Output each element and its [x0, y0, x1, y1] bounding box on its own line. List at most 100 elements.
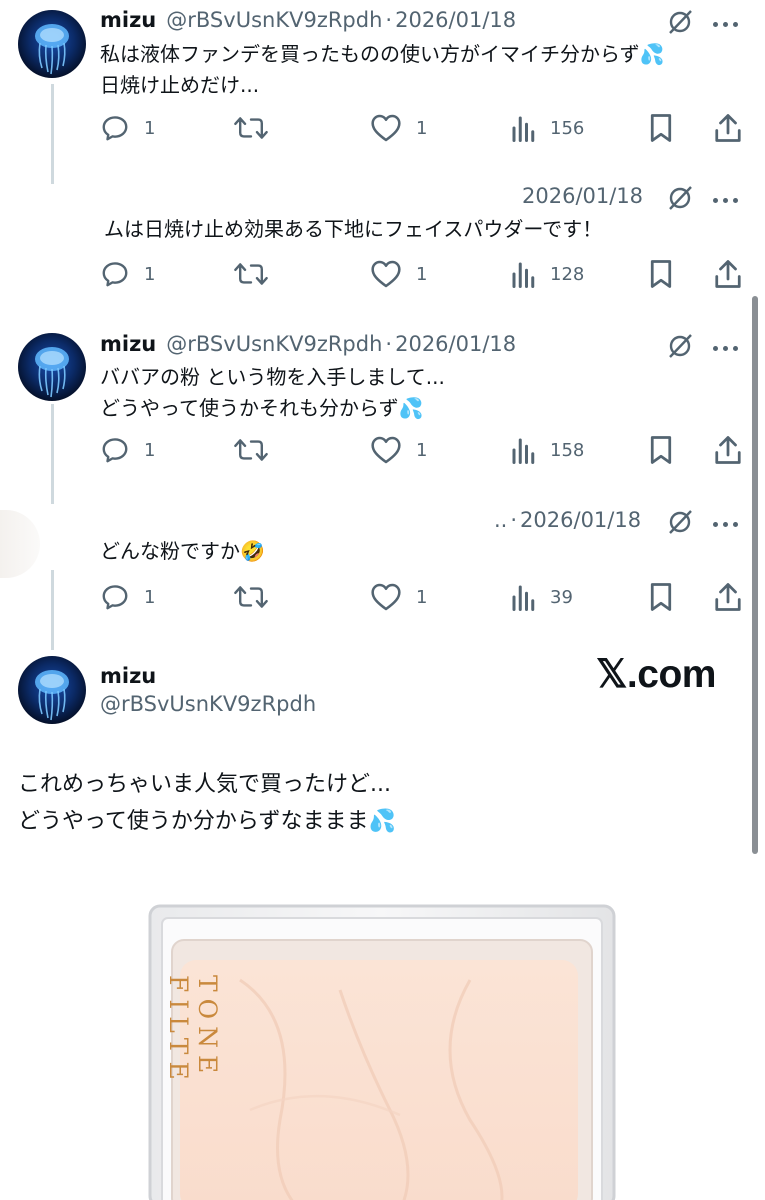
more-icon[interactable] — [713, 12, 738, 36]
author-handle-row: @rBSvUsnKV9zRpdh — [100, 692, 316, 716]
thread-line — [51, 570, 54, 650]
user-handle[interactable]: @rBSvUsnKV9zRpdh — [166, 332, 382, 356]
display-name[interactable]: mizu — [100, 332, 156, 356]
views-icon — [512, 262, 535, 288]
reply-count: 1 — [144, 263, 156, 285]
reply-icon — [102, 262, 128, 287]
product-photo[interactable] — [0, 880, 765, 1200]
tweet-header: 2026/01/18 — [522, 184, 643, 208]
reply-count: 1 — [144, 586, 156, 608]
reply-icon — [102, 116, 128, 141]
grok-icon[interactable] — [666, 332, 694, 364]
scrollbar[interactable] — [752, 296, 758, 854]
retweet-icon — [234, 263, 268, 285]
avatar[interactable] — [18, 656, 86, 724]
like-button[interactable]: 1 — [370, 432, 427, 468]
reply-button[interactable]: 1 — [100, 432, 155, 468]
separator-dot: · — [385, 8, 393, 32]
views-icon — [512, 116, 535, 142]
thread-line — [51, 404, 54, 504]
avatar[interactable] — [0, 510, 40, 578]
reply-icon — [102, 585, 128, 610]
user-handle[interactable]: .. — [494, 508, 507, 532]
share-button[interactable] — [714, 432, 742, 468]
action-bar: 1 1 128 — [100, 256, 745, 292]
post-date[interactable]: 2026/01/18 — [395, 332, 516, 356]
bookmark-icon — [650, 114, 672, 142]
more-icon[interactable] — [713, 188, 738, 212]
views-icon — [512, 585, 535, 611]
views-button[interactable]: 156 — [510, 110, 584, 146]
bookmark-icon — [650, 436, 672, 464]
post-date[interactable]: 2026/01/18 — [520, 508, 641, 532]
like-icon — [371, 583, 401, 611]
more-icon[interactable] — [713, 336, 738, 360]
views-button[interactable]: 158 — [510, 432, 584, 468]
grok-icon[interactable] — [666, 184, 694, 216]
retweet-button[interactable] — [233, 579, 269, 615]
action-bar: 1 1 39 — [100, 579, 745, 615]
post-date[interactable]: 2026/01/18 — [522, 184, 643, 208]
share-icon — [715, 436, 741, 464]
display-name[interactable]: mizu — [100, 8, 156, 32]
like-icon — [371, 436, 401, 464]
share-icon — [715, 583, 741, 611]
retweet-icon — [234, 586, 268, 608]
like-icon — [371, 114, 401, 142]
avatar[interactable] — [18, 10, 86, 78]
user-handle[interactable]: @rBSvUsnKV9zRpdh — [100, 692, 316, 716]
bookmark-icon — [650, 583, 672, 611]
share-button[interactable] — [714, 579, 742, 615]
more-icon[interactable] — [713, 512, 738, 536]
separator-dot: · — [510, 508, 518, 532]
share-button[interactable] — [714, 256, 742, 292]
like-icon — [371, 260, 401, 288]
retweet-button[interactable] — [233, 256, 269, 292]
like-count: 1 — [416, 117, 428, 139]
product-lettering: TONE FILTE — [164, 975, 222, 1087]
grok-icon[interactable] — [666, 8, 694, 40]
view-count: 39 — [550, 586, 573, 608]
views-button[interactable]: 39 — [510, 579, 573, 615]
reply-button[interactable]: 1 — [100, 110, 155, 146]
avatar[interactable] — [18, 333, 86, 401]
share-icon — [715, 114, 741, 142]
views-icon — [512, 438, 535, 464]
retweet-button[interactable] — [233, 432, 269, 468]
bookmark-button[interactable] — [648, 110, 674, 146]
retweet-button[interactable] — [233, 110, 269, 146]
bookmark-button[interactable] — [648, 579, 674, 615]
x-com-watermark: 𝕏.com — [596, 653, 716, 696]
bookmark-button[interactable] — [648, 256, 674, 292]
display-name[interactable]: mizu — [100, 664, 156, 688]
like-button[interactable]: 1 — [370, 110, 427, 146]
bookmark-button[interactable] — [648, 432, 674, 468]
action-bar: 1 1 156 — [100, 110, 745, 146]
tweet-header: mizu @rBSvUsnKV9zRpdh · 2026/01/18 — [100, 8, 516, 32]
like-count: 1 — [416, 439, 428, 461]
reply-count: 1 — [144, 439, 156, 461]
post-text: ムは日焼け止め効果ある下地にフェイスパウダーです！ — [104, 217, 603, 241]
retweet-icon — [234, 117, 268, 139]
post-text: これめっちゃいま人気で買ったけど... どうやって使うか分からずなままま💦 — [18, 772, 396, 834]
reply-button[interactable]: 1 — [100, 256, 155, 292]
share-button[interactable] — [714, 110, 742, 146]
thread-line — [51, 84, 54, 184]
author-name-row: mizu — [100, 664, 166, 688]
tweet-header: .. · 2026/01/18 — [494, 508, 641, 532]
action-bar: 1 1 158 — [100, 432, 745, 468]
like-button[interactable]: 1 — [370, 579, 427, 615]
reply-count: 1 — [144, 117, 156, 139]
post-date[interactable]: 2026/01/18 — [395, 8, 516, 32]
like-count: 1 — [416, 263, 428, 285]
like-button[interactable]: 1 — [370, 256, 427, 292]
like-count: 1 — [416, 586, 428, 608]
user-handle[interactable]: @rBSvUsnKV9zRpdh — [166, 8, 382, 32]
view-count: 156 — [550, 117, 585, 139]
view-count: 128 — [550, 263, 585, 285]
reply-button[interactable]: 1 — [100, 579, 155, 615]
separator-dot: · — [385, 332, 393, 356]
share-icon — [715, 260, 741, 288]
view-count: 158 — [550, 439, 585, 461]
views-button[interactable]: 128 — [510, 256, 584, 292]
